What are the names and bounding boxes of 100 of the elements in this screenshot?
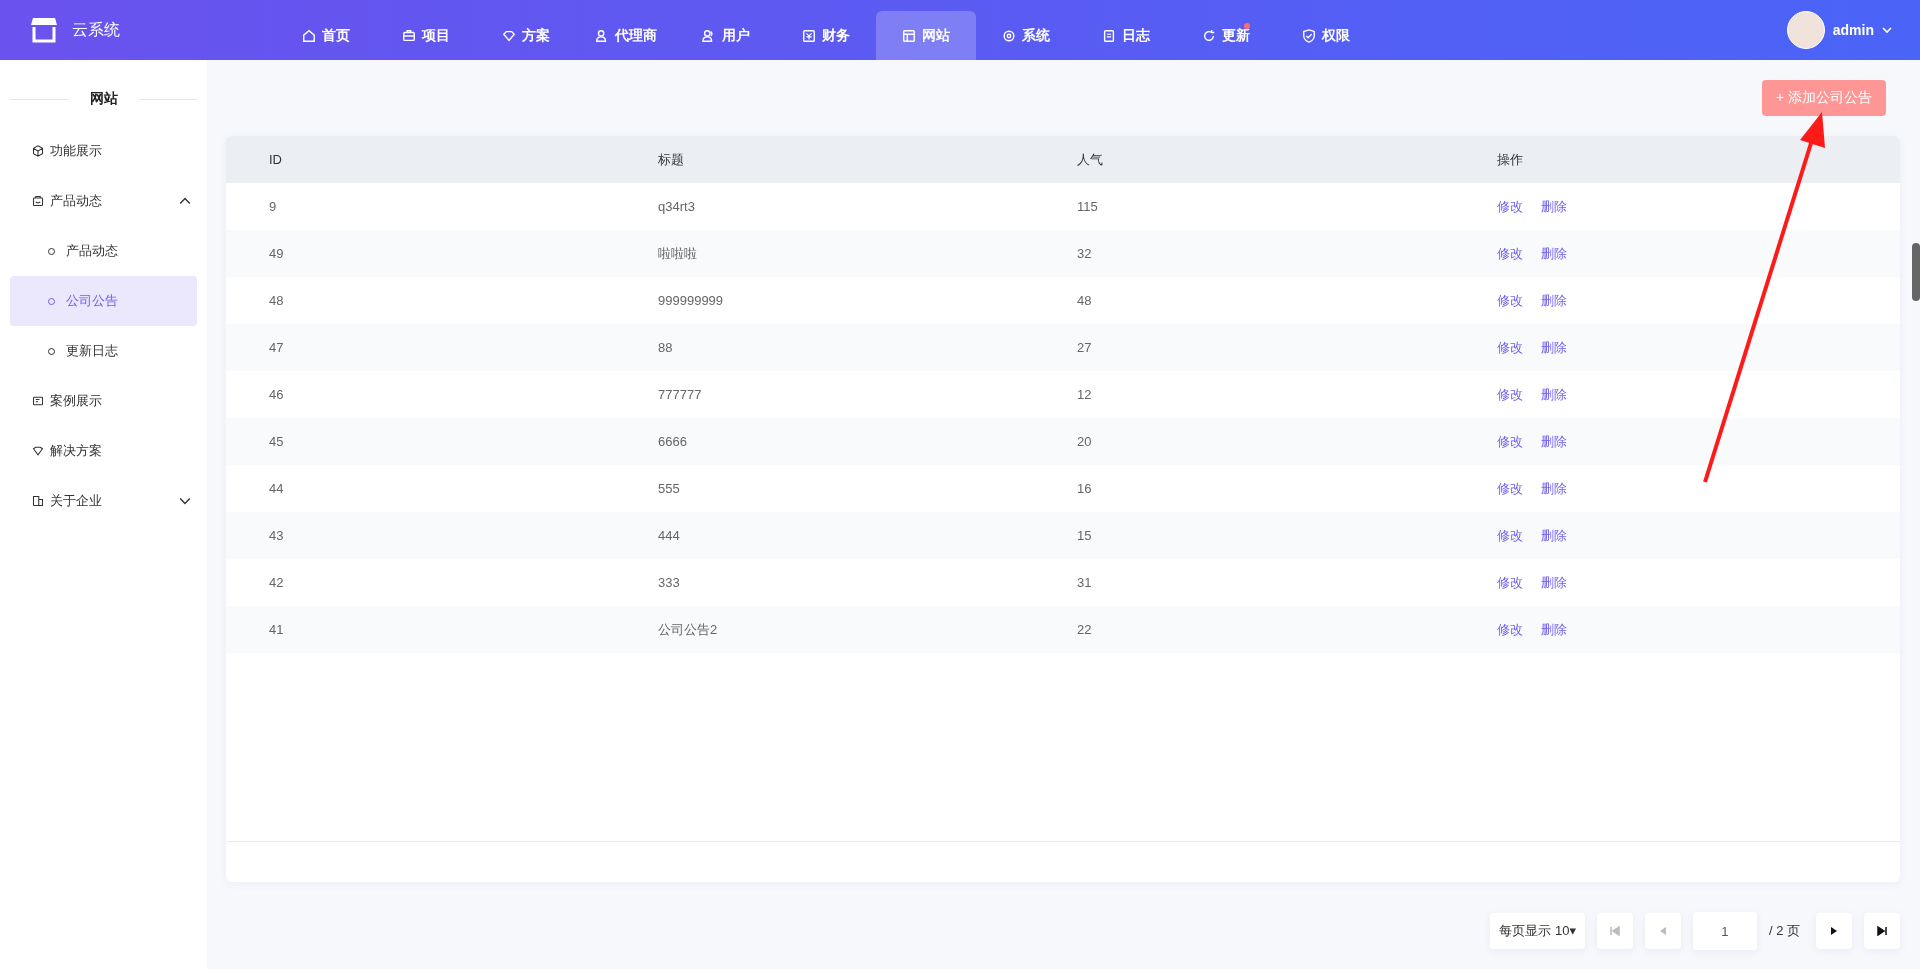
- nav-icon: [502, 28, 516, 43]
- edit-link[interactable]: 修改: [1497, 292, 1523, 308]
- page-total: / 2 页: [1768, 922, 1800, 940]
- table-cell: 27: [1034, 324, 1454, 371]
- sidebar-item[interactable]: 功能展示: [10, 126, 197, 176]
- edit-link[interactable]: 修改: [1497, 480, 1523, 496]
- delete-link[interactable]: 删除: [1541, 480, 1567, 496]
- table-cell: 20: [1034, 418, 1454, 465]
- nav-icon: [1202, 28, 1216, 43]
- edit-link[interactable]: 修改: [1497, 339, 1523, 355]
- delete-link[interactable]: 删除: [1541, 433, 1567, 449]
- table-cell: 公司公告2: [615, 606, 1034, 653]
- table-cell: 46: [226, 371, 615, 418]
- nav-tab[interactable]: 首页: [276, 11, 376, 60]
- nav-icon: [802, 28, 816, 43]
- chevron-down-icon: [179, 495, 191, 507]
- nav-tab[interactable]: 用户: [676, 11, 776, 60]
- nav-tab[interactable]: 网站: [876, 11, 976, 60]
- table-cell: 444: [615, 512, 1034, 559]
- table-cell: 45: [226, 418, 615, 465]
- nav-tab[interactable]: 代理商: [576, 11, 676, 60]
- sidebar-item[interactable]: 案例展示: [10, 376, 197, 426]
- table-cell: 22: [1034, 606, 1454, 653]
- menu-item-icon: [32, 145, 44, 157]
- sidebar-item[interactable]: 解决方案: [10, 426, 197, 476]
- delete-link[interactable]: 删除: [1541, 198, 1567, 214]
- table-cell: 16: [1034, 465, 1454, 512]
- edit-link[interactable]: 修改: [1497, 527, 1523, 543]
- table-cell: 47: [226, 324, 615, 371]
- user-avatar[interactable]: [1786, 11, 1825, 49]
- table-cell: 115: [1034, 183, 1454, 230]
- page-input[interactable]: 1: [1692, 912, 1757, 950]
- table-cell: 48: [226, 277, 615, 324]
- nav-icon: [1302, 28, 1316, 43]
- nav-tab[interactable]: 权限: [1276, 11, 1376, 60]
- edit-link[interactable]: 修改: [1497, 386, 1523, 402]
- delete-link[interactable]: 删除: [1541, 245, 1567, 261]
- nav-tab[interactable]: 系统: [976, 11, 1076, 60]
- menu-item-icon: [32, 445, 44, 457]
- logo-text: 云系统: [72, 19, 120, 40]
- table-cell: 49: [226, 230, 615, 277]
- nav-icon: [402, 28, 416, 43]
- nav-icon: [702, 28, 716, 43]
- menu-item-icon: [32, 195, 44, 207]
- sidebar-item[interactable]: 更新日志: [10, 326, 197, 376]
- edit-link[interactable]: 修改: [1497, 621, 1523, 637]
- table-cell: q34rt3: [615, 183, 1034, 230]
- table-cell: 333: [615, 559, 1034, 606]
- column-header: ID: [226, 136, 615, 183]
- delete-link[interactable]: 删除: [1541, 621, 1567, 637]
- nav-tab[interactable]: 日志: [1076, 11, 1176, 60]
- edit-link[interactable]: 修改: [1497, 245, 1523, 261]
- table-cell: 777777: [615, 371, 1034, 418]
- sidebar-item[interactable]: 产品动态: [10, 226, 197, 276]
- table-cell: 6666: [615, 418, 1034, 465]
- scrollbar[interactable]: [1912, 243, 1920, 301]
- table-cell: 43: [226, 512, 615, 559]
- chevron-down-icon[interactable]: [1882, 25, 1892, 35]
- table-cell: 44: [226, 465, 615, 512]
- last-page-button[interactable]: [1864, 913, 1900, 949]
- nav-tab[interactable]: 财务: [776, 11, 876, 60]
- sidebar-item[interactable]: 公司公告: [10, 276, 197, 326]
- chevron-up-icon: [179, 195, 191, 207]
- nav-tab[interactable]: 项目: [376, 11, 476, 60]
- table-cell: 555: [615, 465, 1034, 512]
- table-cell: 32: [1034, 230, 1454, 277]
- edit-link[interactable]: 修改: [1497, 574, 1523, 590]
- nav-icon: [595, 28, 609, 43]
- table-cell: 42: [226, 559, 615, 606]
- delete-link[interactable]: 删除: [1541, 386, 1567, 402]
- table-cell: 9: [226, 183, 615, 230]
- table-cell: 999999999: [615, 277, 1034, 324]
- nav-icon: [1102, 28, 1116, 43]
- sidebar-title: 网站: [89, 90, 118, 108]
- next-page-button[interactable]: [1816, 913, 1852, 949]
- menu-item-icon: [32, 395, 44, 407]
- user-name[interactable]: admin: [1832, 22, 1874, 38]
- last-page-icon: [1877, 926, 1887, 936]
- next-page-icon: [1829, 926, 1839, 936]
- nav-tab[interactable]: 更新: [1176, 11, 1276, 60]
- column-header: 标题: [615, 136, 1034, 183]
- table-cell: 41: [226, 606, 615, 653]
- sidebar-item[interactable]: 关于企业: [10, 476, 197, 526]
- nav-icon: [302, 28, 316, 43]
- page-size-select[interactable]: 每页显示 10▾: [1490, 913, 1585, 949]
- menu-item-icon: [32, 495, 44, 507]
- column-header: 人气: [1034, 136, 1454, 183]
- table-cell: 48: [1034, 277, 1454, 324]
- table-cell: 31: [1034, 559, 1454, 606]
- nav-tab[interactable]: 方案: [476, 11, 576, 60]
- delete-link[interactable]: 删除: [1541, 339, 1567, 355]
- delete-link[interactable]: 删除: [1541, 292, 1567, 308]
- delete-link[interactable]: 删除: [1541, 527, 1567, 543]
- table-cell: 88: [615, 324, 1034, 371]
- delete-link[interactable]: 删除: [1541, 574, 1567, 590]
- edit-link[interactable]: 修改: [1497, 433, 1523, 449]
- sidebar-item[interactable]: 产品动态: [10, 176, 197, 226]
- nav-icon: [902, 28, 916, 43]
- edit-link[interactable]: 修改: [1497, 198, 1523, 214]
- table-cell: 12: [1034, 371, 1454, 418]
